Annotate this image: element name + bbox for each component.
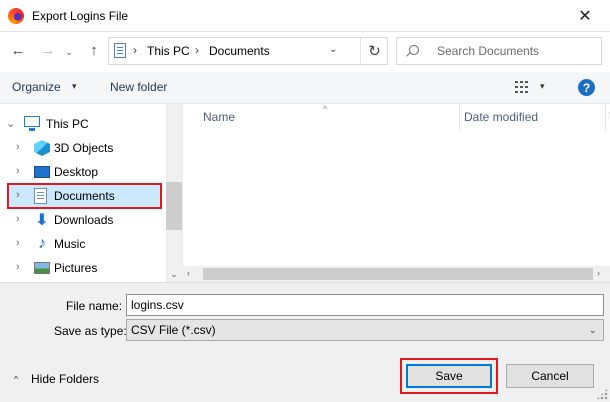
organize-dropdown-icon[interactable]: ▾ xyxy=(72,81,77,92)
sidebar-item-label: Documents xyxy=(54,189,115,203)
forward-arrow-icon[interactable]: → xyxy=(36,38,60,62)
column-divider[interactable] xyxy=(459,104,460,130)
sidebar-item-pictures[interactable]: › Pictures xyxy=(0,256,166,280)
expand-chevron-icon[interactable]: › xyxy=(16,237,20,249)
organize-button[interactable]: Organize xyxy=(12,80,61,94)
chevron-down-icon[interactable]: ⌄ xyxy=(589,325,597,336)
save-form: File name: Save as type: CSV File (*.csv… xyxy=(0,282,610,402)
expand-chevron-icon[interactable]: › xyxy=(16,165,20,177)
sidebar-item-3d-objects[interactable]: › 3D Objects xyxy=(0,136,166,160)
file-name-input[interactable] xyxy=(126,294,604,316)
computer-icon xyxy=(24,116,40,131)
horizontal-scrollbar-thumb[interactable] xyxy=(203,268,593,280)
sidebar-item-label: Music xyxy=(54,237,86,251)
save-as-type-label: Save as type: xyxy=(54,324,127,338)
toolbar: Organize ▾ New folder ▾ ? xyxy=(0,72,610,104)
file-name-label: File name: xyxy=(66,299,123,313)
title-bar: Export Logins File ✕ xyxy=(0,0,610,32)
pictures-icon xyxy=(34,262,50,274)
cube-icon xyxy=(34,140,50,156)
scroll-down-icon[interactable]: ⌄ xyxy=(166,266,182,282)
sidebar-item-this-pc[interactable]: ⌄ This PC xyxy=(0,112,166,136)
scroll-left-icon[interactable]: ‹ xyxy=(187,268,190,278)
view-options-icon[interactable] xyxy=(515,81,529,93)
documents-location-icon xyxy=(114,43,126,58)
close-button[interactable]: ✕ xyxy=(562,0,608,32)
sidebar-item-documents[interactable]: › Documents xyxy=(7,183,162,209)
search-placeholder[interactable]: Search Documents xyxy=(437,44,539,58)
back-arrow-icon[interactable]: ← xyxy=(6,38,30,62)
sidebar-item-label: 3D Objects xyxy=(54,141,114,155)
recent-locations-chevron-icon[interactable]: ⌄ xyxy=(62,40,76,64)
new-folder-button[interactable]: New folder xyxy=(110,80,167,94)
sidebar-item-desktop[interactable]: › Desktop xyxy=(0,160,166,184)
breadcrumb-this-pc[interactable]: This PC xyxy=(147,44,190,58)
sidebar-item-label: Downloads xyxy=(54,213,114,227)
desktop-icon xyxy=(34,166,50,178)
sidebar-item-label: Pictures xyxy=(54,261,98,275)
horizontal-scrollbar[interactable]: ‹ › xyxy=(183,266,610,282)
navigation-pane: ⌄ This PC › 3D Objects › Desktop › Docum… xyxy=(0,104,182,282)
expand-chevron-icon[interactable]: › xyxy=(16,261,20,273)
documents-icon xyxy=(34,188,47,204)
expand-chevron-icon[interactable]: ⌄ xyxy=(6,117,15,130)
address-dropdown-icon[interactable]: ⌄ xyxy=(329,44,337,55)
up-arrow-icon[interactable]: ↑ xyxy=(82,38,106,62)
firefox-icon xyxy=(8,8,24,24)
breadcrumb-documents[interactable]: Documents xyxy=(209,44,270,58)
sidebar-item-label: Desktop xyxy=(54,165,99,179)
window-title: Export Logins File xyxy=(32,9,129,23)
column-header-name[interactable]: Name xyxy=(203,110,461,134)
column-header-date-modified[interactable]: Date modified xyxy=(464,110,538,124)
hide-folders-button[interactable]: Hide Folders xyxy=(31,372,99,386)
save-as-type-select[interactable]: CSV File (*.csv) ⌄ xyxy=(126,319,604,341)
view-dropdown-icon[interactable]: ▾ xyxy=(540,81,545,92)
address-bar[interactable]: › This PC › Documents ⌄ ↻ xyxy=(108,37,388,65)
expand-chevron-icon[interactable]: › xyxy=(16,141,20,153)
music-note-icon: ♪ xyxy=(38,235,46,252)
scroll-right-icon[interactable]: › xyxy=(597,268,600,278)
sidebar-item-downloads[interactable]: › ⬇ Downloads xyxy=(0,208,166,232)
save-as-type-value: CSV File (*.csv) xyxy=(131,323,216,337)
sidebar-item-music[interactable]: › ♪ Music xyxy=(0,232,166,256)
breadcrumb-separator-icon[interactable]: › xyxy=(195,43,199,57)
expand-chevron-icon[interactable]: › xyxy=(16,189,20,201)
file-list-pane[interactable]: ^ Name Date modified T xyxy=(182,104,610,282)
download-arrow-icon: ⬇ xyxy=(35,212,49,229)
search-box[interactable]: Search Documents xyxy=(396,37,602,65)
navigation-scrollbar-thumb[interactable] xyxy=(166,182,182,230)
refresh-button[interactable]: ↻ xyxy=(360,38,388,64)
help-button[interactable]: ? xyxy=(578,79,595,96)
column-divider[interactable] xyxy=(605,104,606,130)
cancel-button[interactable]: Cancel xyxy=(506,364,594,388)
expand-chevron-icon[interactable]: › xyxy=(16,213,20,225)
save-button[interactable]: Save xyxy=(406,364,492,388)
search-icon xyxy=(409,45,419,55)
sidebar-item-label: This PC xyxy=(46,117,89,131)
collapse-chevron-icon[interactable]: ^ xyxy=(14,374,18,384)
breadcrumb-separator-icon[interactable]: › xyxy=(133,43,137,57)
